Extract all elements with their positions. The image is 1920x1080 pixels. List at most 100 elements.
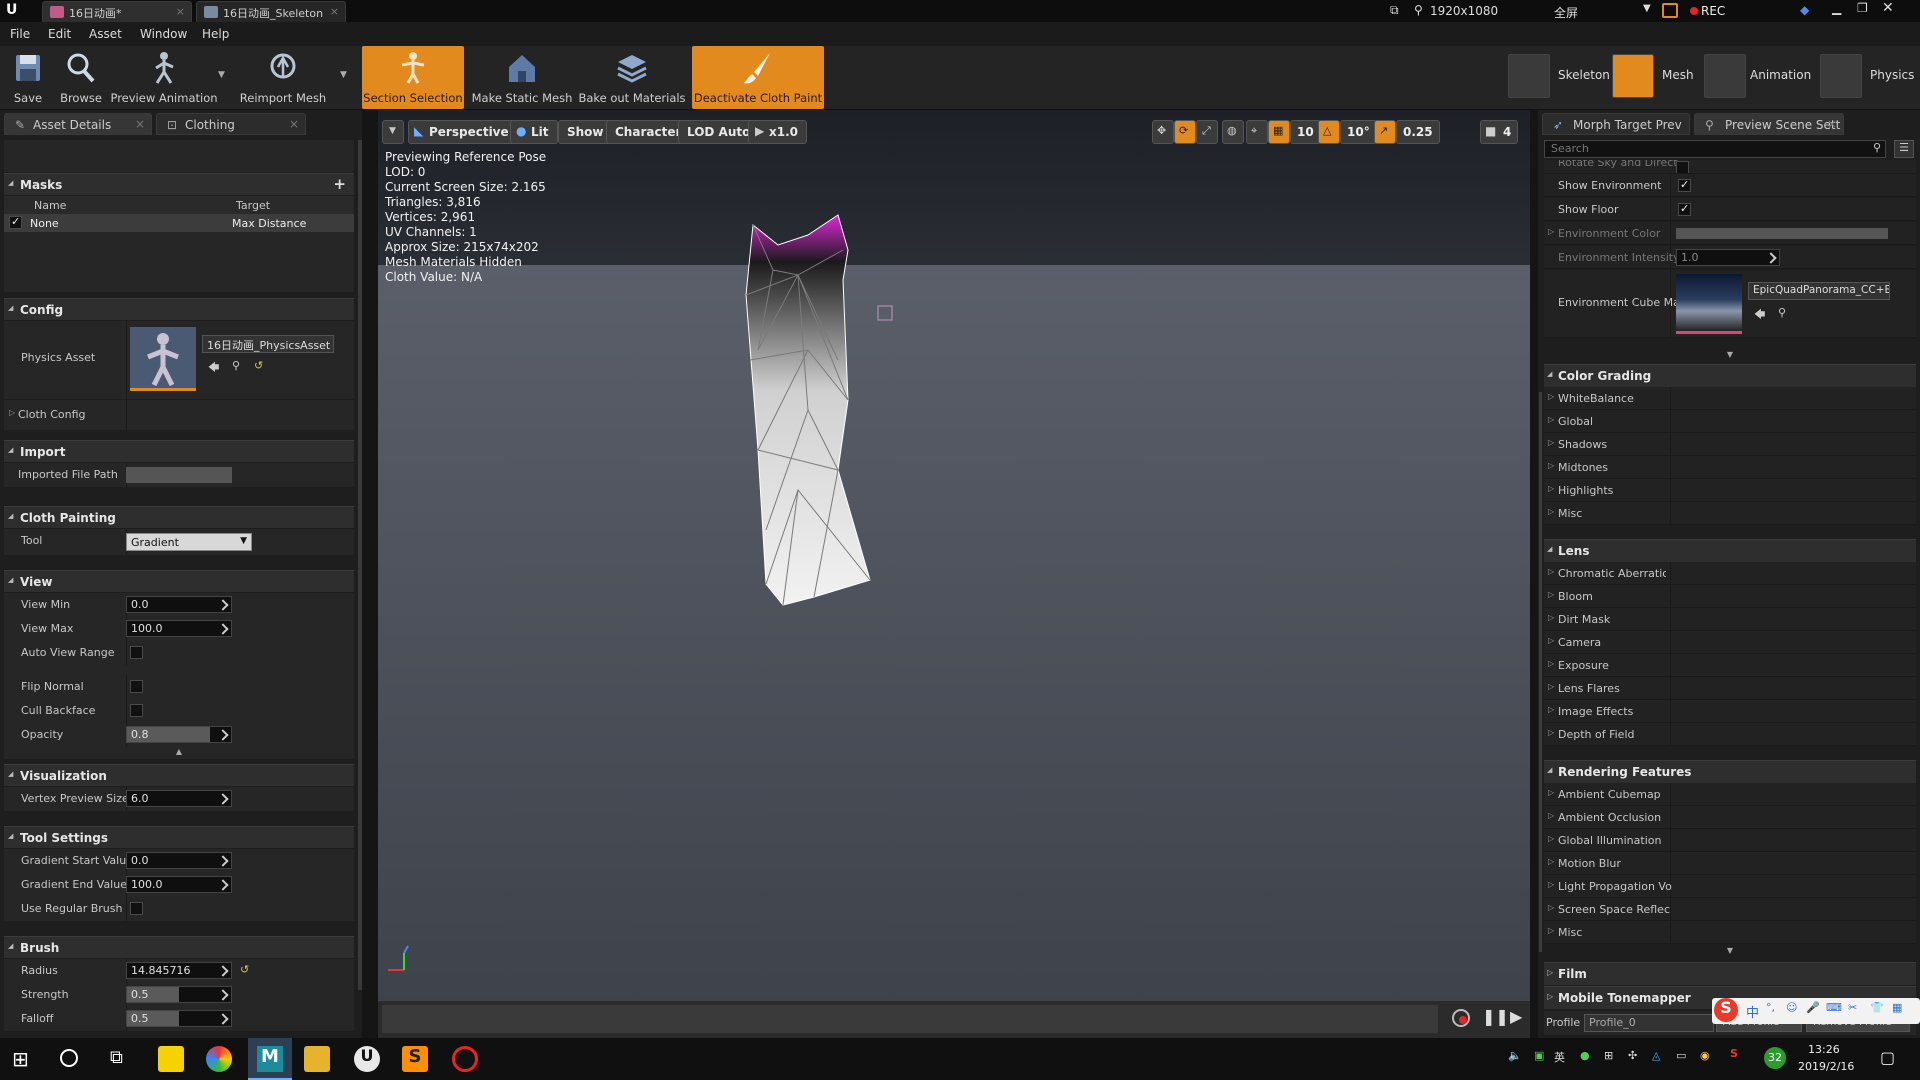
dropdown-arrow-icon[interactable]: ▼	[340, 70, 347, 80]
profile-combo[interactable]: Profile_0	[1584, 1014, 1714, 1032]
tray-bluetooth-icon[interactable]: ✣	[1628, 1049, 1637, 1062]
close-tab-icon[interactable]: ×	[330, 5, 339, 18]
ime-keyboard-icon[interactable]: ⌨	[1826, 1001, 1842, 1014]
menu-asset[interactable]: Asset	[89, 27, 122, 41]
clock-date[interactable]: 2019/2/16	[1798, 1060, 1854, 1073]
section-visualization[interactable]: Visualization	[4, 764, 354, 786]
grid-size-value[interactable]: 10	[1290, 120, 1321, 144]
doc-tab-skeleton[interactable]: 16日动画_Skeleton ×	[196, 1, 346, 22]
scale-snap-value[interactable]: 0.25	[1396, 120, 1440, 144]
physics-asset-combo[interactable]: 16日动画_PhysicsAsset	[202, 335, 334, 353]
sticky-notes-icon[interactable]	[158, 1046, 184, 1072]
section-selection-button[interactable]: Section Selection	[362, 46, 464, 109]
dropdown-arrow-icon[interactable]: ▼	[218, 70, 225, 80]
file-explorer-icon[interactable]	[304, 1046, 330, 1072]
section-film[interactable]: Film	[1544, 962, 1916, 985]
zoom-icon[interactable]: ⚲	[1414, 3, 1423, 17]
section-cloth-painting[interactable]: Cloth Painting	[4, 506, 354, 528]
environment-cube-thumbnail[interactable]	[1676, 274, 1742, 334]
cloth-config-row[interactable]: ▷ Cloth Config	[4, 400, 354, 430]
lens-row-dirt-mask[interactable]: ▷ Dirt Mask	[1544, 608, 1916, 631]
cg-row-misc[interactable]: ▷ Misc	[1544, 502, 1916, 525]
browse-button[interactable]: Browse	[56, 46, 106, 109]
tab-clothing[interactable]: ⊡ Clothing ×	[156, 113, 306, 135]
menu-file[interactable]: File	[10, 27, 30, 41]
menu-edit[interactable]: Edit	[48, 27, 71, 41]
cull-backface-checkbox[interactable]	[130, 704, 143, 717]
tray-qq-icon[interactable]: ◉	[1700, 1049, 1710, 1062]
perspective-button[interactable]: ◣ Perspective	[408, 120, 518, 144]
left-panel-scrollbar[interactable]	[358, 140, 362, 990]
view-options-icon[interactable]: ☰	[1894, 140, 1914, 158]
section-masks[interactable]: Masks +	[4, 173, 354, 195]
lens-row-exposure[interactable]: ▷ Exposure	[1544, 654, 1916, 677]
lit-button[interactable]: ● Lit	[510, 120, 558, 144]
maya-task-active[interactable]: M	[248, 1038, 292, 1080]
auto-view-range-checkbox[interactable]	[130, 646, 143, 659]
lens-row-chromatic[interactable]: ▷ Chromatic Aberration	[1544, 562, 1916, 585]
world-local-icon[interactable]: ◍	[1222, 120, 1244, 144]
tray-ime-icon[interactable]: 英	[1554, 1049, 1565, 1065]
cg-row-highlights[interactable]: ▷ Highlights	[1544, 479, 1916, 502]
mask-row[interactable]: None Max Distance	[4, 214, 354, 232]
lens-row-depth-of-field[interactable]: ▷ Depth of Field	[1544, 723, 1916, 746]
ime-emoji-icon[interactable]: ☺	[1786, 1001, 1797, 1014]
browse-asset-icon[interactable]: ⚲	[232, 359, 240, 372]
environment-color-swatch[interactable]	[1676, 228, 1888, 239]
playback-speed-button[interactable]: ▶ x1.0	[748, 120, 807, 144]
surface-snap-icon[interactable]: ⌖	[1246, 120, 1268, 144]
lens-row-camera[interactable]: ▷ Camera	[1544, 631, 1916, 654]
save-button[interactable]: Save	[6, 46, 50, 109]
physics-asset-thumbnail[interactable]	[130, 327, 196, 391]
close-tab-icon[interactable]: ×	[135, 117, 145, 131]
unreal-engine-icon[interactable]: U	[354, 1046, 380, 1072]
tray-windows-icon[interactable]: ⊞	[1604, 1049, 1613, 1062]
rotation-snap-icon[interactable]: △	[1318, 120, 1340, 144]
gradient-start-input[interactable]: 0.0	[126, 852, 232, 869]
add-mask-icon[interactable]: +	[333, 175, 346, 193]
view-min-input[interactable]: 0.0	[126, 596, 232, 613]
right-panel-scrollbar[interactable]	[1539, 392, 1542, 952]
search-circle-icon[interactable]	[60, 1049, 78, 1067]
task-view-icon[interactable]: ⧉	[110, 1047, 123, 1068]
section-lens[interactable]: Lens	[1544, 539, 1916, 562]
viewport-options-dropdown[interactable]: ▼	[382, 120, 404, 144]
close-tab-icon[interactable]: ×	[1827, 117, 1837, 131]
radius-input[interactable]: 14.845716	[126, 962, 232, 979]
ime-grid-icon[interactable]: ▦	[1892, 1001, 1902, 1014]
vertex-preview-size-input[interactable]: 6.0	[126, 790, 232, 807]
tab-preview-scene-settings[interactable]: ⚲ Preview Scene Sett ×	[1694, 113, 1844, 135]
windows-start-icon[interactable]: ⊞	[12, 1047, 29, 1071]
recorder-icon[interactable]	[452, 1046, 478, 1072]
environment-intensity-input[interactable]: 1.0	[1676, 249, 1780, 266]
tab-morph-target-preview[interactable]: ➶ Morph Target Prev	[1542, 113, 1690, 135]
column-name-header[interactable]: Name	[34, 199, 66, 212]
chrome-icon[interactable]	[206, 1046, 232, 1072]
camera-speed-button[interactable]: ■ 4	[1480, 120, 1519, 144]
mask-enabled-checkbox[interactable]	[9, 215, 22, 229]
3d-viewport[interactable]: ▼ ◣ Perspective ● Lit Show Character LOD…	[378, 110, 1530, 1038]
environment-cube-combo[interactable]: EpicQuadPanorama_CC+EV	[1748, 282, 1890, 300]
search-input[interactable]: Search ⚲	[1544, 140, 1886, 158]
scale-tool-icon[interactable]: ⤢	[1196, 120, 1218, 144]
notification-icon[interactable]: ◆	[1800, 3, 1809, 17]
timeline-track[interactable]	[382, 1005, 1438, 1033]
rotate-sky-checkbox[interactable]	[1676, 161, 1689, 173]
cg-row-whitebalance[interactable]: ▷ WhiteBalance	[1544, 387, 1916, 410]
translate-tool-icon[interactable]: ✥	[1152, 120, 1174, 144]
reimport-mesh-button[interactable]: Reimport Mesh	[238, 46, 328, 109]
grid-snap-icon[interactable]: ▦	[1268, 120, 1290, 144]
section-config[interactable]: Config	[4, 298, 354, 320]
show-button[interactable]: Show	[558, 120, 613, 144]
rotation-snap-value[interactable]: 10°	[1340, 120, 1377, 144]
tray-display-icon[interactable]: ▭	[1676, 1049, 1686, 1062]
section-view[interactable]: View	[4, 570, 354, 592]
rf-row-motion-blur[interactable]: ▷ Motion Blur	[1544, 852, 1916, 875]
deactivate-cloth-paint-button[interactable]: Deactivate Cloth Paint	[692, 46, 824, 109]
preview-animation-button[interactable]: Preview Animation	[110, 46, 218, 109]
strength-slider[interactable]: 0.5	[126, 986, 232, 1003]
ime-punct-icon[interactable]: °,	[1766, 1001, 1775, 1014]
falloff-slider[interactable]: 0.5	[126, 1010, 232, 1027]
sogou-icon[interactable]: S	[1714, 998, 1738, 1022]
rf-row-global-illumination[interactable]: ▷ Global Illumination	[1544, 829, 1916, 852]
